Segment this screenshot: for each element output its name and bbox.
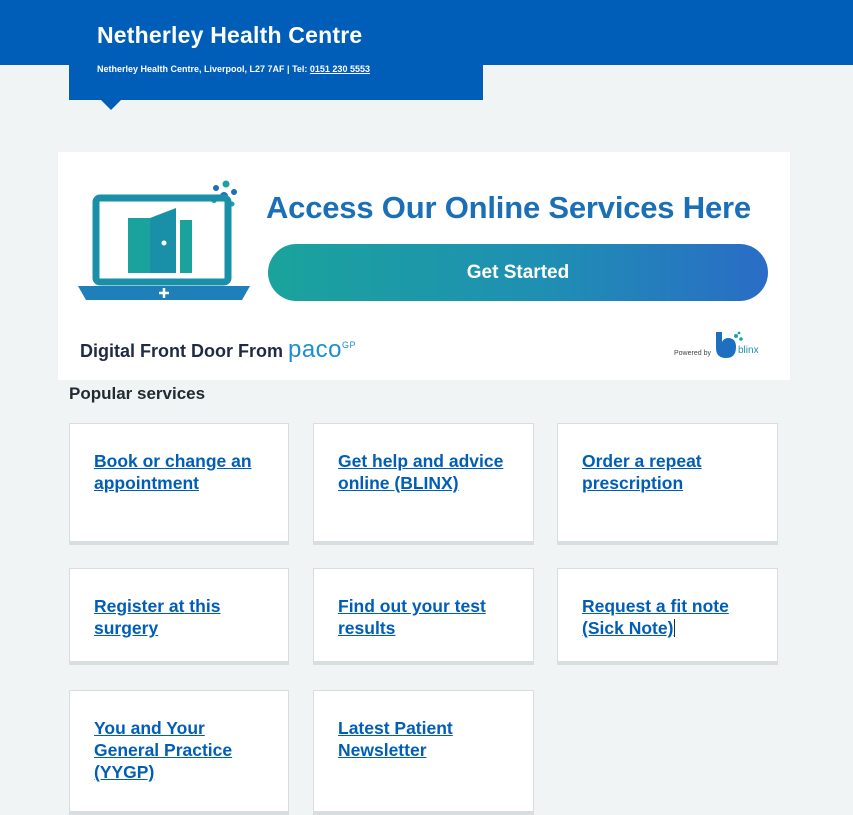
- phone-link[interactable]: 0151 230 5553: [310, 64, 370, 74]
- digital-front-door-label: Digital Front Door From pacoGP: [80, 336, 356, 364]
- service-card: Find out your test results: [313, 568, 534, 665]
- blinx-wordmark: blinx: [738, 345, 759, 356]
- service-card: Get help and advice online (BLINX): [313, 423, 534, 545]
- powered-by-label: Powered by: [674, 350, 711, 357]
- register-surgery-link[interactable]: Register at this surgery: [94, 595, 270, 639]
- repeat-prescription-link[interactable]: Order a repeat prescription: [582, 450, 759, 494]
- patient-newsletter-link[interactable]: Latest Patient Newsletter: [338, 717, 515, 761]
- popular-services-heading: Popular services: [69, 384, 206, 403]
- practice-address: Netherley Health Centre, Liverpool, L27 …: [97, 64, 310, 74]
- service-card: You and Your General Practice (YYGP): [69, 690, 289, 815]
- paco-logo: pacoGP: [287, 336, 357, 363]
- service-card: Latest Patient Newsletter: [313, 690, 534, 815]
- fit-note-link[interactable]: Request a fit note (Sick Note): [582, 595, 759, 639]
- practice-title: Netherley Health Centre: [97, 22, 363, 48]
- get-started-button[interactable]: Get Started: [268, 244, 768, 301]
- online-services-banner[interactable]: Access Our Online Services Here Get Star…: [58, 152, 790, 380]
- header-pointer: [101, 100, 121, 110]
- service-card: Order a repeat prescription: [557, 423, 778, 545]
- practice-contact: Netherley Health Centre, Liverpool, L27 …: [97, 64, 370, 74]
- text-cursor: [674, 619, 676, 637]
- service-card: Request a fit note (Sick Note): [557, 568, 778, 665]
- service-card: Register at this surgery: [69, 568, 289, 665]
- yygp-link[interactable]: You and Your General Practice (YYGP): [94, 717, 270, 783]
- laptop-door-icon: [78, 180, 250, 300]
- book-appointment-link[interactable]: Book or change an appointment: [94, 450, 270, 494]
- banner-heading: Access Our Online Services Here: [266, 190, 751, 225]
- practice-header: Netherley Health Centre Netherley Health…: [69, 14, 483, 100]
- tagline-text: Digital Front Door From: [80, 341, 288, 361]
- service-card: Book or change an appointment: [69, 423, 289, 545]
- test-results-link[interactable]: Find out your test results: [338, 595, 515, 639]
- get-help-online-link[interactable]: Get help and advice online (BLINX): [338, 450, 515, 494]
